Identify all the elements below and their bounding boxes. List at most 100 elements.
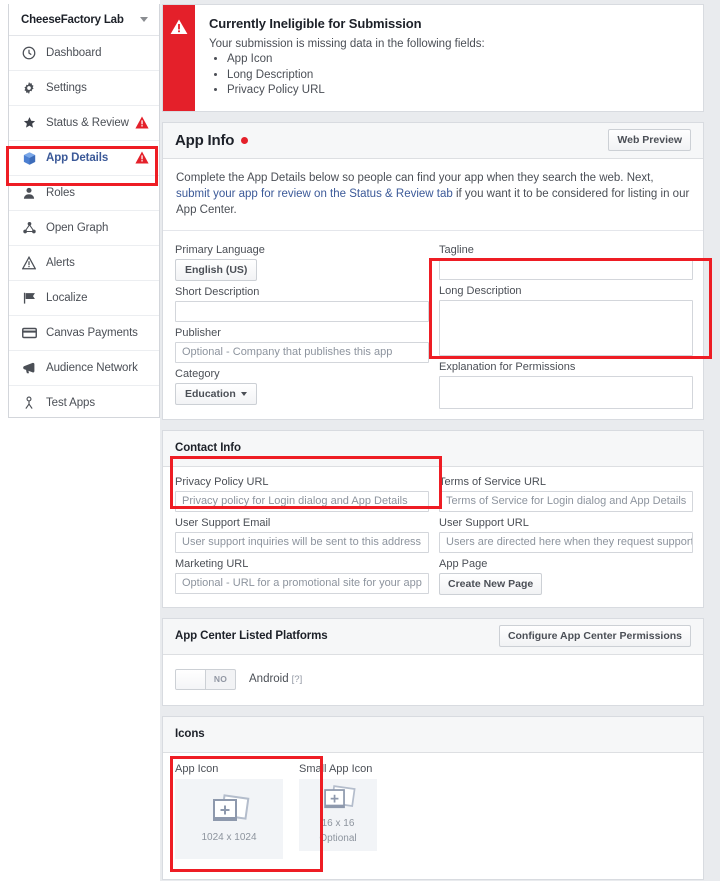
contact-info-card: Contact Info Privacy Policy URL Privacy … — [162, 429, 704, 608]
sidebar-item-label: Roles — [46, 187, 75, 199]
user-support-url-input[interactable]: Users are directed here when they reques… — [439, 531, 693, 553]
alert-subtitle: Your submission is missing data in the f… — [209, 38, 485, 50]
long-description-textarea[interactable] — [439, 299, 693, 356]
sidebar-item-open-graph[interactable]: Open Graph — [9, 211, 159, 246]
sidebar-nav-list: Dashboard Settings Status & Review App Deta… — [9, 36, 159, 417]
app-info-card: App Info Web Preview Complete the App De… — [162, 121, 704, 420]
sidebar-item-canvas-payments[interactable]: Canvas Payments — [9, 316, 159, 351]
star-icon — [21, 115, 37, 131]
marketing-url-label: Marketing URL — [175, 557, 249, 570]
android-platform-label: Android — [249, 673, 289, 685]
short-description-input[interactable] — [175, 300, 429, 322]
long-description-label: Long Description — [439, 284, 522, 297]
app-details-page: CheeseFactory Lab Dashboard Settings Statu… — [0, 0, 720, 881]
privacy-policy-url-label: Privacy Policy URL — [175, 475, 269, 488]
app-info-title: App Info — [175, 131, 235, 149]
sidebar-item-label: Status & Review — [46, 117, 129, 129]
sidebar-item-localize[interactable]: Localize — [9, 281, 159, 316]
sidebar-item-label: Canvas Payments — [46, 327, 138, 339]
box-icon — [21, 150, 37, 166]
sidebar-item-label: Localize — [46, 292, 88, 304]
icons-header: Icons — [163, 716, 703, 753]
sidebar-item-label: Dashboard — [46, 47, 102, 59]
alert-missing-field: App Icon — [227, 52, 689, 68]
graph-icon — [21, 220, 37, 236]
alert-body: Currently Ineligible for Submission Your… — [195, 5, 703, 111]
android-toggle[interactable]: NO — [175, 668, 236, 690]
short-description-label: Short Description — [175, 285, 260, 298]
small-app-icon-label: Small App Icon — [299, 762, 373, 775]
sidebar-item-app-details[interactable]: App Details — [9, 141, 159, 176]
platforms-header: App Center Listed Platforms Configure Ap… — [163, 618, 703, 655]
terms-of-service-url-label: Terms of Service URL — [439, 475, 546, 488]
toggle-knob — [176, 669, 206, 689]
app-icon-group: App Icon 1024 x 1024 — [175, 763, 283, 859]
small-app-icon-size-text: 16 x 16 — [321, 818, 355, 829]
sidebar-item-label: Test Apps — [46, 397, 95, 409]
app-info-left-column: Primary Language English (US) Short Desc… — [175, 239, 429, 409]
explanation-for-permissions-textarea[interactable] — [439, 375, 693, 409]
sidebar-item-test-apps[interactable]: Test Apps — [9, 386, 159, 417]
sidebar-item-label: Alerts — [46, 257, 75, 269]
app-icon-label: App Icon — [175, 762, 219, 775]
add-photo-icon — [324, 785, 356, 809]
configure-app-center-permissions-button[interactable]: Configure App Center Permissions — [498, 625, 691, 647]
alert-missing-field: Privacy Policy URL — [227, 83, 689, 99]
category-label: Category — [175, 367, 220, 380]
app-icon-upload-box[interactable]: 1024 x 1024 — [175, 778, 283, 859]
app-info-header: App Info Web Preview — [163, 122, 703, 159]
icons-title: Icons — [175, 728, 205, 740]
publisher-input[interactable]: Optional - Company that publishes this a… — [175, 341, 429, 363]
contact-right-column: Terms of Service URL Terms of Service fo… — [439, 471, 693, 595]
marketing-url-input[interactable]: Optional - URL for a promotional site fo… — [175, 572, 429, 594]
sidebar-item-label: Audience Network — [46, 362, 138, 374]
small-app-icon-note: Optional — [319, 833, 357, 844]
sidebar-warning-icon — [135, 116, 149, 130]
user-support-email-input[interactable]: User support inquiries will be sent to t… — [175, 531, 429, 553]
red-status-dot — [241, 136, 249, 144]
add-photo-icon — [213, 794, 250, 821]
small-app-icon-group: Small App Icon 16 x 16 Optional — [299, 763, 377, 859]
sidebar-item-audience-network[interactable]: Audience Network — [9, 351, 159, 386]
submit-for-review-link[interactable]: submit your app for review on the Status… — [176, 188, 453, 200]
privacy-policy-url-input[interactable]: Privacy policy for Login dialog and App … — [175, 490, 429, 512]
publisher-label: Publisher — [175, 326, 221, 339]
explanation-for-permissions-label: Explanation for Permissions — [439, 360, 576, 373]
sidebar-app-selector[interactable]: CheeseFactory Lab — [9, 4, 159, 36]
sidebar-warning-icon — [135, 151, 149, 165]
icons-body: App Icon 1024 x 1024 Small App Icon 16 x… — [163, 753, 703, 879]
app-page-label: App Page — [439, 557, 488, 570]
warning-icon — [21, 255, 37, 271]
alert-title: Currently Ineligible for Submission — [209, 16, 422, 31]
icons-card: Icons App Icon 1024 x 1024 Small App Ico… — [162, 715, 704, 880]
create-new-page-button[interactable]: Create New Page — [439, 572, 543, 595]
sidebar-item-label: App Details — [46, 152, 109, 164]
intro-text-part1: Complete the App Details below so people… — [176, 171, 654, 184]
category-dropdown[interactable]: Education — [175, 382, 257, 405]
main-content: Currently Ineligible for Submission Your… — [162, 0, 712, 881]
small-app-icon-upload-box[interactable]: 16 x 16 Optional — [299, 778, 377, 851]
user-support-email-label: User Support Email — [175, 516, 271, 529]
sidebar-item-settings[interactable]: Settings — [9, 71, 159, 106]
gear-icon — [21, 80, 37, 96]
megaphone-icon — [21, 360, 37, 376]
category-value: Education — [185, 387, 236, 400]
clock-icon — [21, 45, 37, 61]
ineligible-alert-banner: Currently Ineligible for Submission Your… — [162, 4, 704, 112]
primary-language-value[interactable]: English (US) — [175, 258, 258, 281]
android-help-icon[interactable]: [?] — [292, 674, 303, 685]
sidebar-item-alerts[interactable]: Alerts — [9, 246, 159, 281]
card-icon — [21, 325, 37, 341]
web-preview-button[interactable]: Web Preview — [608, 129, 691, 151]
alert-missing-field: Long Description — [227, 68, 689, 84]
flag-icon — [21, 290, 37, 306]
tagline-input[interactable] — [439, 258, 693, 280]
sidebar-item-roles[interactable]: Roles — [9, 176, 159, 211]
sidebar-item-status-review[interactable]: Status & Review — [9, 106, 159, 141]
sidebar-item-dashboard[interactable]: Dashboard — [9, 36, 159, 71]
app-info-intro: Complete the App Details below so people… — [163, 159, 703, 231]
terms-of-service-url-input[interactable]: Terms of Service for Login dialog and Ap… — [439, 490, 693, 512]
toggle-state-label: NO — [213, 674, 228, 684]
contact-left-column: Privacy Policy URL Privacy policy for Lo… — [175, 471, 429, 595]
person-icon — [21, 185, 37, 201]
